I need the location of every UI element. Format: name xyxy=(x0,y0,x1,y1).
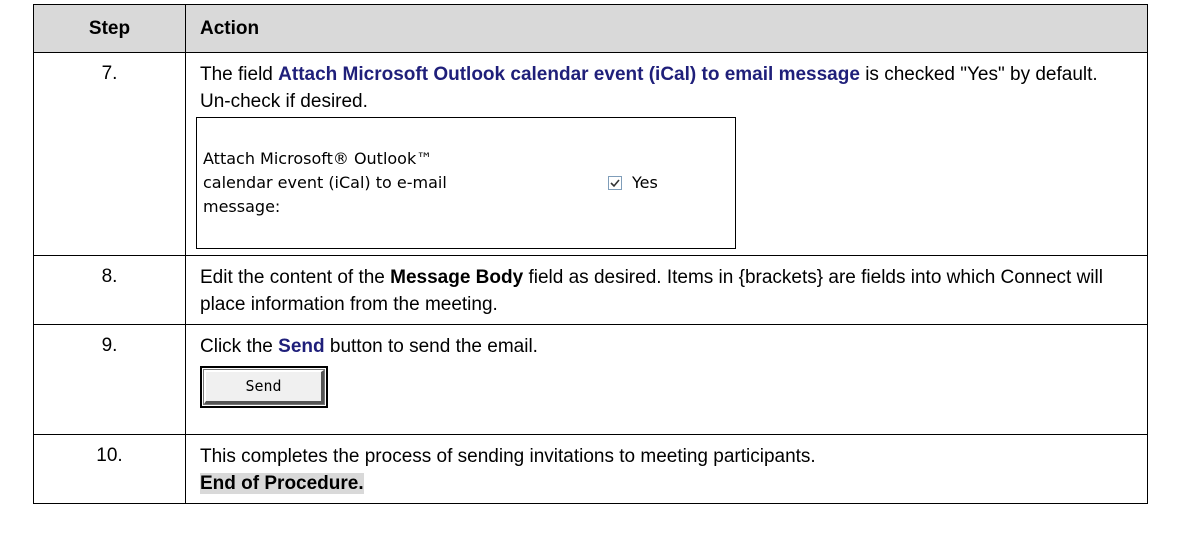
procedure-table: Step Action 7. The field Attach Microsof… xyxy=(33,4,1148,504)
step-action: This completes the process of sending in… xyxy=(185,434,1148,504)
step-action: Edit the content of the Message Body fie… xyxy=(185,255,1148,325)
table-row: 9. Click the Send button to send the ema… xyxy=(33,324,1148,435)
table-row: 7. The field Attach Microsoft Outlook ca… xyxy=(33,52,1148,256)
field-name: Message Body xyxy=(390,267,524,288)
ical-checkbox[interactable] xyxy=(608,176,622,190)
ical-checkbox-group[interactable]: Yes xyxy=(608,171,658,195)
ical-checkbox-label: Yes xyxy=(632,173,658,192)
table-row: 8. Edit the content of the Message Body … xyxy=(33,255,1148,325)
field-name: Attach Microsoft Outlook calendar event … xyxy=(278,64,860,85)
step-action: Click the Send button to send the email.… xyxy=(185,324,1148,435)
step-action: The field Attach Microsoft Outlook calen… xyxy=(185,52,1148,256)
step-number: 8. xyxy=(33,255,186,325)
action-text: The field xyxy=(200,64,279,85)
field-name: Send xyxy=(278,336,325,357)
action-text: Edit the content of the xyxy=(200,267,391,288)
send-button-screenshot: Send xyxy=(200,366,328,408)
step-number: 9. xyxy=(33,324,186,435)
action-column-header: Action xyxy=(185,4,1148,53)
step-number: 10. xyxy=(33,434,186,504)
step-column-header: Step xyxy=(33,4,186,53)
send-button[interactable]: Send xyxy=(203,369,325,405)
ical-option-screenshot: Attach Microsoft® Outlook™ calendar even… xyxy=(196,117,736,249)
table-row: 10. This completes the process of sendin… xyxy=(33,434,1148,504)
action-text: Click the xyxy=(200,336,279,357)
action-text: button to send the email. xyxy=(324,336,538,357)
ical-option-label: Attach Microsoft® Outlook™ calendar even… xyxy=(203,149,447,216)
action-text: This completes the process of sending in… xyxy=(200,446,816,467)
checkmark-icon xyxy=(610,179,620,188)
table-header-row: Step Action xyxy=(33,4,1148,53)
step-number: 7. xyxy=(33,52,186,256)
end-of-procedure: End of Procedure. xyxy=(200,473,364,494)
